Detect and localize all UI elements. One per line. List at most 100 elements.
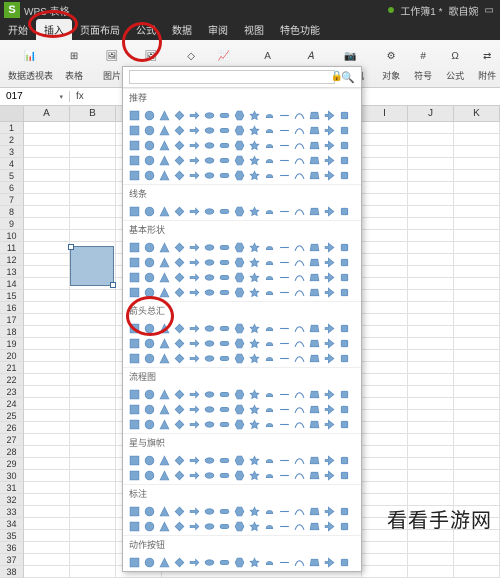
cell[interactable] <box>24 398 70 410</box>
cell[interactable] <box>362 482 408 494</box>
shape-option[interactable] <box>187 270 201 284</box>
cell[interactable] <box>362 302 408 314</box>
shape-option[interactable] <box>142 468 156 482</box>
shape-option[interactable] <box>337 351 351 365</box>
cell[interactable] <box>362 470 408 482</box>
shape-option[interactable] <box>187 153 201 167</box>
col-header[interactable]: K <box>454 106 500 121</box>
cell[interactable] <box>454 554 500 566</box>
shape-option[interactable] <box>247 270 261 284</box>
shape-option[interactable] <box>217 240 231 254</box>
shape-option[interactable] <box>127 321 141 335</box>
cell[interactable] <box>70 122 116 134</box>
cell[interactable] <box>454 458 500 470</box>
shape-option[interactable] <box>262 285 276 299</box>
shape-option[interactable] <box>262 468 276 482</box>
cell[interactable] <box>454 338 500 350</box>
cell[interactable] <box>24 230 70 242</box>
cell[interactable] <box>24 278 70 290</box>
shape-option[interactable] <box>247 255 261 269</box>
shape-option[interactable] <box>127 138 141 152</box>
shape-option[interactable] <box>247 168 261 182</box>
shape-option[interactable] <box>322 123 336 137</box>
shape-option[interactable] <box>292 453 306 467</box>
shape-option[interactable] <box>142 285 156 299</box>
shape-option[interactable] <box>157 240 171 254</box>
cell[interactable] <box>362 158 408 170</box>
shape-option[interactable] <box>262 270 276 284</box>
shape-option[interactable] <box>157 453 171 467</box>
shape-option[interactable] <box>292 255 306 269</box>
shape-option[interactable] <box>322 285 336 299</box>
shape-option[interactable] <box>307 285 321 299</box>
cell[interactable] <box>408 242 454 254</box>
shape-option[interactable] <box>262 123 276 137</box>
shape-option[interactable] <box>157 153 171 167</box>
shape-option[interactable] <box>232 402 246 416</box>
cell[interactable] <box>454 158 500 170</box>
shape-option[interactable] <box>127 285 141 299</box>
cell[interactable] <box>454 230 500 242</box>
cell[interactable] <box>362 422 408 434</box>
cell[interactable] <box>70 314 116 326</box>
shape-option[interactable] <box>277 270 291 284</box>
cell[interactable] <box>408 362 454 374</box>
shape-option[interactable] <box>172 504 186 518</box>
cell[interactable] <box>454 542 500 554</box>
cell[interactable] <box>70 206 116 218</box>
shape-option[interactable] <box>172 204 186 218</box>
shape-option[interactable] <box>247 153 261 167</box>
fx-label[interactable]: fx <box>70 91 90 102</box>
shape-option[interactable] <box>142 204 156 218</box>
shape-option[interactable] <box>172 108 186 122</box>
row-header[interactable]: 23 <box>0 386 24 398</box>
shape-option[interactable] <box>157 255 171 269</box>
cell[interactable] <box>408 302 454 314</box>
shape-option[interactable] <box>202 321 216 335</box>
shape-option[interactable] <box>142 453 156 467</box>
shape-option[interactable] <box>247 138 261 152</box>
shape-option[interactable] <box>247 351 261 365</box>
shape-option[interactable] <box>277 240 291 254</box>
cell[interactable] <box>454 278 500 290</box>
shape-option[interactable] <box>277 351 291 365</box>
cell[interactable] <box>362 278 408 290</box>
shape-option[interactable] <box>337 153 351 167</box>
shape-option[interactable] <box>307 255 321 269</box>
cell[interactable] <box>24 542 70 554</box>
shape-option[interactable] <box>307 204 321 218</box>
chevron-down-icon[interactable]: ▾ <box>59 93 63 101</box>
shape-option[interactable] <box>187 387 201 401</box>
cell[interactable] <box>70 362 116 374</box>
shape-option[interactable] <box>277 417 291 431</box>
shape-option[interactable] <box>322 453 336 467</box>
shape-option[interactable] <box>262 255 276 269</box>
shape-option[interactable] <box>277 321 291 335</box>
row-header[interactable]: 30 <box>0 470 24 482</box>
ribbon-附件[interactable]: ⇄附件 <box>472 44 500 84</box>
shape-option[interactable] <box>187 453 201 467</box>
shape-option[interactable] <box>277 519 291 533</box>
shape-option[interactable] <box>262 204 276 218</box>
shape-option[interactable] <box>232 108 246 122</box>
shape-option[interactable] <box>187 240 201 254</box>
cell[interactable] <box>70 398 116 410</box>
cell[interactable] <box>454 134 500 146</box>
row-header[interactable]: 37 <box>0 554 24 566</box>
shape-option[interactable] <box>337 123 351 137</box>
shape-option[interactable] <box>322 270 336 284</box>
cell[interactable] <box>362 146 408 158</box>
shape-option[interactable] <box>322 417 336 431</box>
cell[interactable] <box>408 122 454 134</box>
shape-option[interactable] <box>157 138 171 152</box>
cell[interactable] <box>362 218 408 230</box>
cell[interactable] <box>408 230 454 242</box>
shape-option[interactable] <box>307 108 321 122</box>
cell[interactable] <box>454 314 500 326</box>
shape-option[interactable] <box>187 468 201 482</box>
cell[interactable] <box>408 266 454 278</box>
cell[interactable] <box>70 182 116 194</box>
shape-option[interactable] <box>127 417 141 431</box>
shape-option[interactable] <box>217 351 231 365</box>
shape-option[interactable] <box>322 387 336 401</box>
